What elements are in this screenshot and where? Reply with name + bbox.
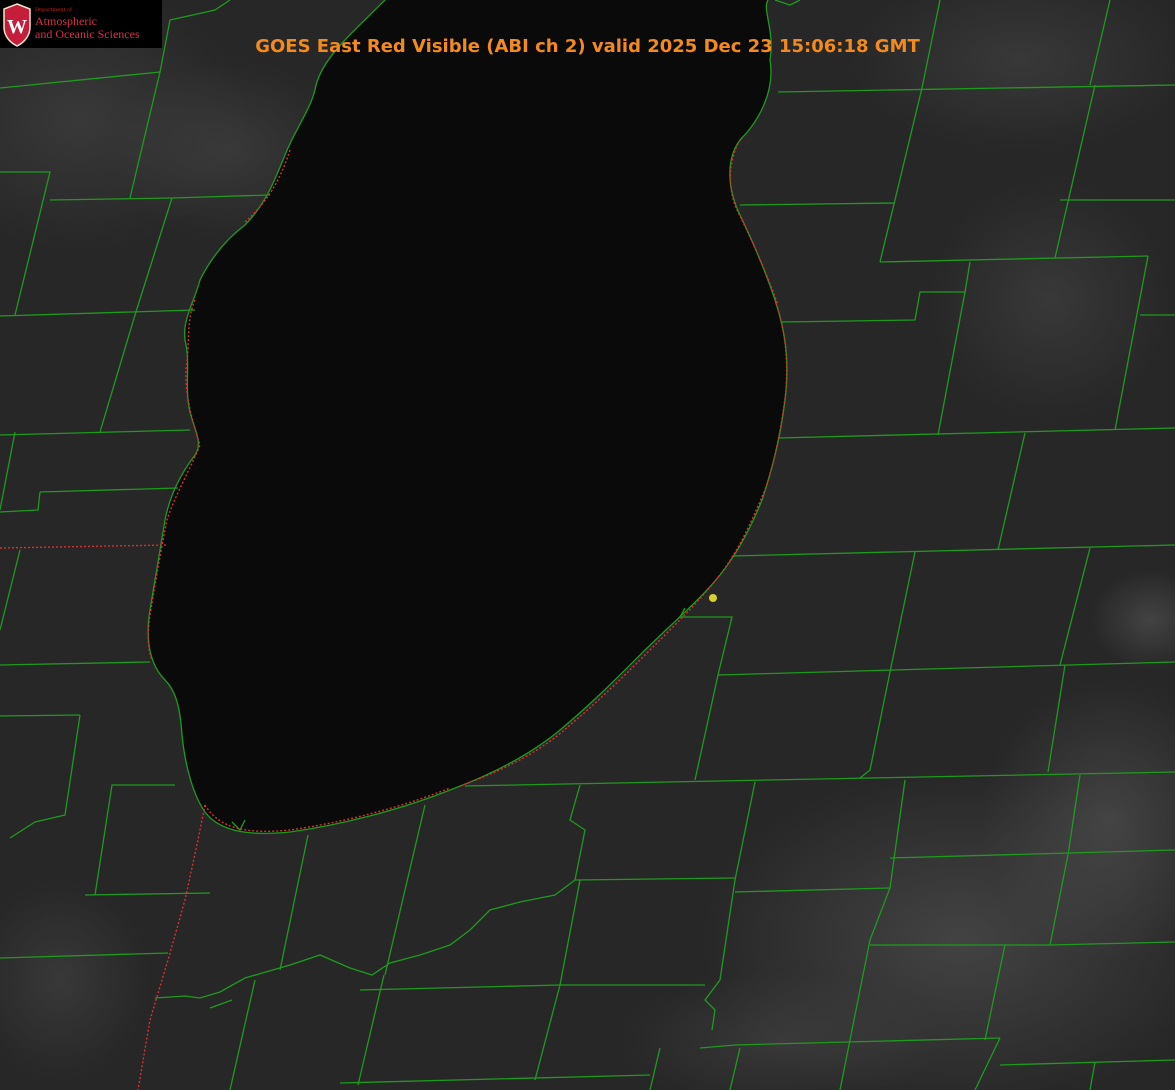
crest-letter: W — [7, 16, 27, 38]
title-text: GOES East Red Visible (ABI ch 2) valid 2… — [255, 36, 920, 57]
satellite-map — [0, 0, 1175, 1090]
station-dot — [709, 594, 717, 602]
image-title: GOES East Red Visible (ABI ch 2) valid 2… — [0, 36, 1175, 57]
logo-department: Department of — [35, 7, 72, 13]
